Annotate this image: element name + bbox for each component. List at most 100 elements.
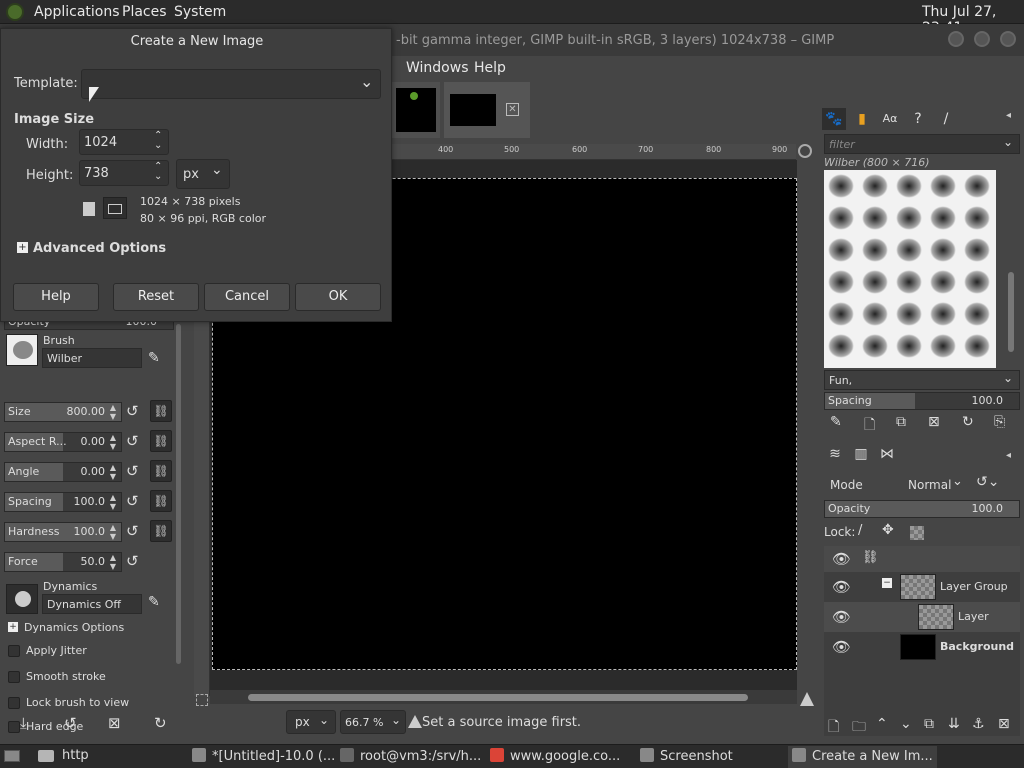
- places-menu[interactable]: Places: [122, 4, 167, 20]
- taskbar-item[interactable]: root@vm3:/srv/h...: [340, 748, 481, 766]
- brushes-tab-icon[interactable]: 🐾: [822, 108, 846, 130]
- brush-thumbnail[interactable]: [828, 206, 854, 230]
- scroll-thumb[interactable]: [248, 694, 748, 701]
- minimize-button[interactable]: [946, 29, 966, 49]
- reset-slider-icon[interactable]: ↺: [126, 432, 139, 450]
- left-panel-scrollbar[interactable]: [176, 324, 181, 664]
- visibility-icon[interactable]: 👁: [832, 608, 851, 626]
- layer-opacity-slider[interactable]: Opacity 100.0: [824, 500, 1020, 518]
- brush-thumbnail[interactable]: [862, 334, 888, 358]
- reset-slider-icon[interactable]: ↺: [126, 462, 139, 480]
- close-button[interactable]: [998, 29, 1018, 49]
- spin-down-icon[interactable]: ⌄: [154, 171, 162, 182]
- show-desktop-icon[interactable]: [4, 750, 20, 762]
- brush-thumbnail[interactable]: [862, 238, 888, 262]
- navigate-icon[interactable]: [798, 144, 812, 158]
- paths-tab-icon[interactable]: ⋈: [876, 446, 898, 468]
- spin-arrows-icon[interactable]: ▲ ▼: [107, 493, 119, 511]
- template-select[interactable]: ⌄: [81, 69, 381, 99]
- brush-thumbnail[interactable]: [862, 270, 888, 294]
- lower-layer-icon[interactable]: ⌄: [900, 716, 912, 732]
- dynamics-field[interactable]: Dynamics Off: [42, 594, 142, 614]
- restore-options-icon[interactable]: ↺: [64, 714, 77, 732]
- smooth-stroke-checkbox[interactable]: [8, 671, 20, 683]
- landscape-icon[interactable]: [103, 197, 127, 219]
- duplicate-layer-icon[interactable]: ⧉: [924, 716, 934, 732]
- layer-name[interactable]: Layer: [958, 610, 989, 623]
- lock-pixels-icon[interactable]: /: [858, 523, 862, 538]
- brush-thumbnail[interactable]: [964, 302, 990, 326]
- slider-aspect-r[interactable]: Aspect R... 0.00 ▲ ▼: [4, 432, 122, 452]
- help-menu[interactable]: Help: [474, 60, 506, 76]
- brush-thumbnail[interactable]: [896, 206, 922, 230]
- dynamics-options-label[interactable]: Dynamics Options: [24, 621, 124, 634]
- reset-slider-icon[interactable]: ↺: [126, 492, 139, 510]
- delete-layer-icon[interactable]: ⊠: [998, 716, 1010, 732]
- brush-thumbnail[interactable]: [964, 270, 990, 294]
- new-group-icon[interactable]: 🗀: [852, 716, 866, 740]
- windows-menu[interactable]: Windows: [406, 60, 469, 76]
- layer-name[interactable]: Layer Group: [940, 580, 1008, 593]
- mode-select[interactable]: Normal ⌄: [904, 472, 970, 496]
- maximize-button[interactable]: [972, 29, 992, 49]
- zoom-select[interactable]: 66.7 % ⌄: [340, 710, 406, 734]
- brush-thumbnail[interactable]: [896, 270, 922, 294]
- brush-thumbnail[interactable]: [964, 238, 990, 262]
- delete-options-icon[interactable]: ⊠: [108, 714, 121, 732]
- spin-arrows-icon[interactable]: ▲ ▼: [107, 553, 119, 571]
- anchor-layer-icon[interactable]: ⚓: [972, 716, 985, 732]
- close-tab-icon[interactable]: ✕: [506, 103, 519, 116]
- link-to-brush-icon[interactable]: ⛓: [150, 400, 172, 422]
- system-menu[interactable]: System: [174, 4, 226, 20]
- help-tab-icon[interactable]: ?: [906, 108, 930, 130]
- brush-thumbnail[interactable]: [828, 174, 854, 198]
- lock-alpha-icon[interactable]: [910, 526, 924, 540]
- brush-thumbnail[interactable]: [930, 334, 956, 358]
- dynamics-preview[interactable]: [6, 584, 38, 614]
- layers-tab-icon[interactable]: ≋: [824, 446, 846, 468]
- brush-thumbnail[interactable]: [828, 238, 854, 262]
- reset-slider-icon[interactable]: ↺: [126, 522, 139, 540]
- brush-thumbnail[interactable]: [930, 238, 956, 262]
- image-tab-1[interactable]: [390, 82, 440, 138]
- visibility-icon[interactable]: 👁: [832, 638, 851, 656]
- new-brush-icon[interactable]: 🗋: [864, 414, 875, 438]
- slider-hardness[interactable]: Hardness 100.0 ▲ ▼: [4, 522, 122, 542]
- slider-spacing[interactable]: Spacing 100.0 ▲ ▼: [4, 492, 122, 512]
- quick-mask-icon[interactable]: [196, 694, 208, 706]
- brush-name-field[interactable]: Wilber: [42, 348, 142, 368]
- layer-row[interactable]: 👁 − Layer Group: [824, 572, 1020, 602]
- layers-list[interactable]: 👁 ⛓ 👁 − Layer Group 👁 Layer 👁 Background: [824, 546, 1020, 736]
- applications-menu[interactable]: Applications: [34, 4, 120, 20]
- dock-menu-icon[interactable]: ◂: [1006, 110, 1011, 121]
- collapse-group-icon[interactable]: −: [882, 578, 892, 588]
- raise-layer-icon[interactable]: ⌃: [876, 716, 888, 732]
- layer-row[interactable]: 👁 Background: [824, 632, 1020, 662]
- horizontal-scrollbar[interactable]: [210, 690, 797, 704]
- link-to-brush-icon[interactable]: ⛓: [150, 520, 172, 542]
- brush-thumbnail[interactable]: [964, 206, 990, 230]
- brush-thumbnail[interactable]: [862, 174, 888, 198]
- taskbar-item[interactable]: Create a New Im...: [788, 746, 937, 768]
- edit-dynamics-icon[interactable]: ✎: [148, 594, 160, 610]
- brush-tag-field[interactable]: Fun, ⌄: [824, 370, 1020, 390]
- visibility-icon[interactable]: 👁: [832, 578, 851, 596]
- width-field[interactable]: 1024 ⌃ ⌄: [79, 129, 169, 155]
- link-to-brush-icon[interactable]: ⛓: [150, 490, 172, 512]
- ok-button[interactable]: OK: [295, 283, 381, 311]
- unit-select[interactable]: px ⌄: [176, 159, 230, 189]
- brush-thumbnail[interactable]: [930, 270, 956, 294]
- spin-down-icon[interactable]: ⌄: [154, 140, 162, 151]
- edit-brush-icon[interactable]: ✎: [148, 350, 160, 366]
- delete-brush-icon[interactable]: ⊠: [928, 414, 940, 430]
- slider-force[interactable]: Force 50.0 ▲ ▼: [4, 552, 122, 572]
- brush-grid-scrollbar[interactable]: [1008, 272, 1014, 352]
- taskbar-item[interactable]: Screenshot: [640, 748, 733, 766]
- reset-options-icon[interactable]: ↻: [154, 714, 167, 732]
- link-to-brush-icon[interactable]: ⛓: [150, 460, 172, 482]
- layers-menu-icon[interactable]: ◂: [1006, 450, 1011, 461]
- cancel-button[interactable]: Cancel: [204, 283, 290, 311]
- taskbar-item[interactable]: *[Untitled]-10.0 (...: [192, 748, 335, 766]
- lock-brush-checkbox[interactable]: [8, 697, 20, 709]
- brush-preview[interactable]: [6, 334, 38, 366]
